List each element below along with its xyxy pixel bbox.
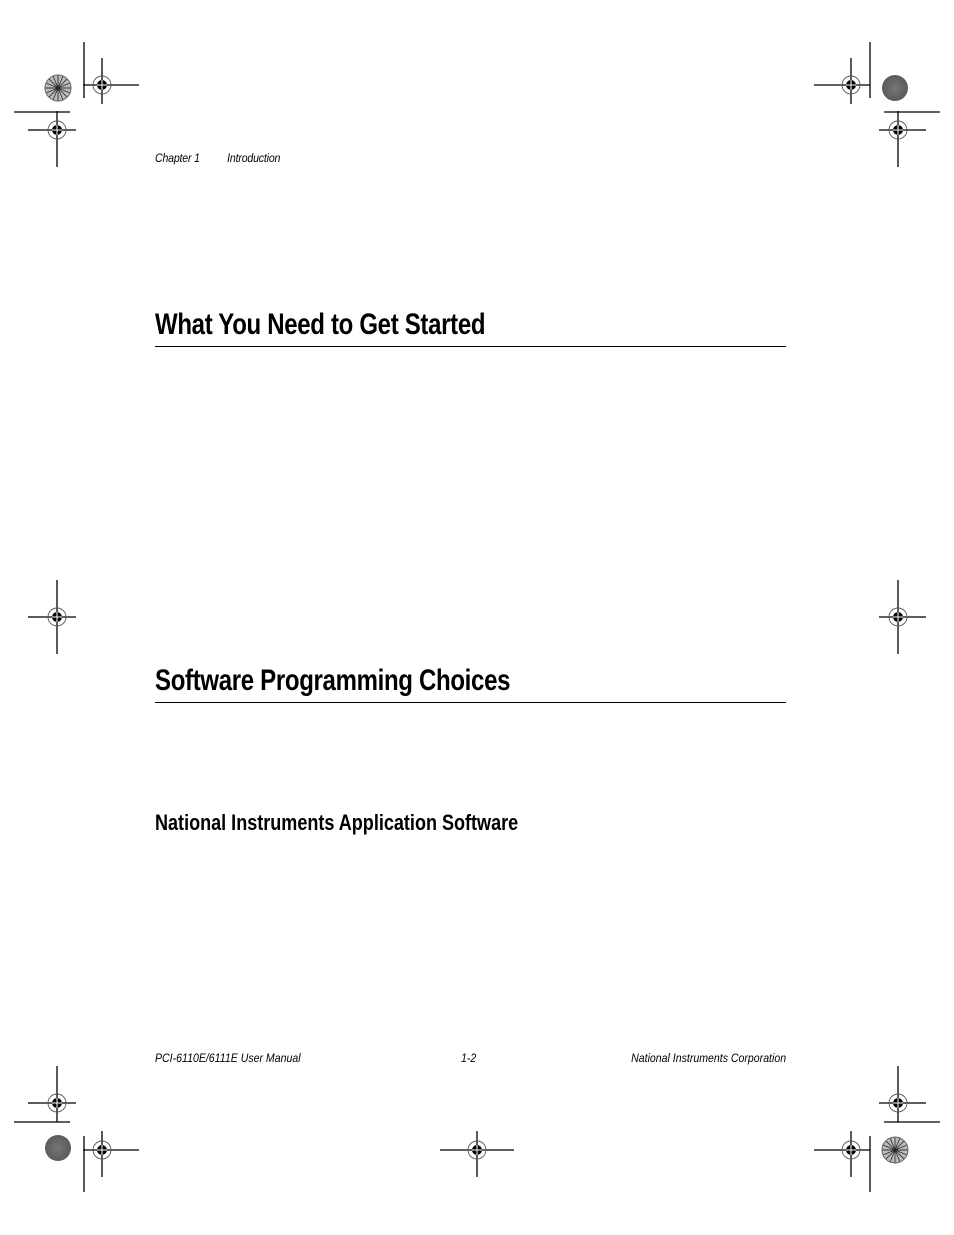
registration-crosshair-icon	[28, 1066, 77, 1123]
gray-density-circle-icon	[882, 75, 908, 101]
starburst-target-icon	[881, 1136, 909, 1164]
registration-crosshair-icon	[28, 110, 77, 167]
footer-page-number: 1-2	[461, 1051, 477, 1065]
registration-crosshair-icon	[814, 1130, 871, 1177]
running-head: Chapter 1 Introduction	[155, 151, 280, 165]
registration-crosshair-icon	[28, 580, 77, 654]
registration-crosshair-icon	[878, 1066, 926, 1123]
section-heading: What You Need to Get Started	[155, 308, 486, 341]
footer-manual-title: PCI-6110E/6111E User Manual	[155, 1051, 301, 1065]
registration-crosshair-icon	[82, 1130, 139, 1177]
gray-density-circle-icon	[45, 1135, 71, 1161]
registration-crosshair-icon	[878, 580, 926, 654]
registration-crosshair-icon	[82, 58, 139, 105]
registration-crosshair-icon	[440, 1130, 514, 1177]
starburst-target-icon	[44, 74, 72, 102]
footer-company: National Instruments Corporation	[631, 1051, 786, 1065]
heading-rule	[155, 702, 786, 703]
heading-rule	[155, 346, 786, 347]
running-head-chapter: Chapter 1	[155, 151, 200, 165]
running-head-title: Introduction	[227, 151, 281, 165]
registration-crosshair-icon	[814, 58, 871, 105]
section-heading: Software Programming Choices	[155, 664, 511, 697]
subsection-heading: National Instruments Application Softwar…	[155, 810, 519, 835]
print-marks	[14, 42, 940, 1192]
registration-crosshair-icon	[878, 110, 926, 167]
